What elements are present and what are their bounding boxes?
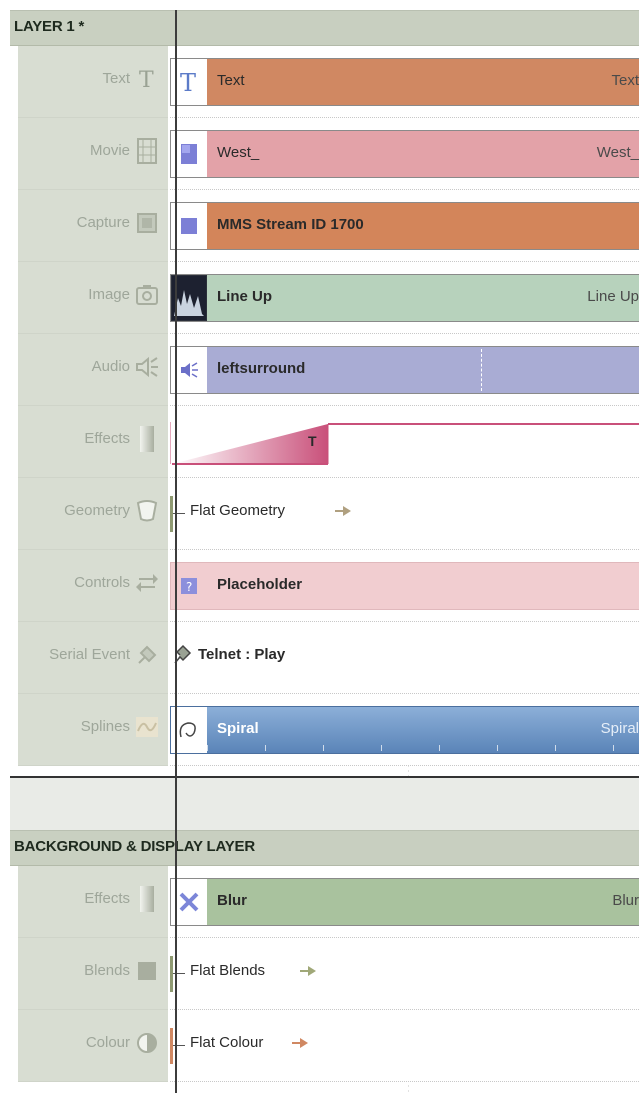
blends-clip-start [170, 956, 173, 992]
geometry-clip-start [170, 496, 173, 532]
track-label-serial-event[interactable]: Serial Event [18, 622, 168, 694]
track-colour: Colour Flat Colour [10, 1010, 639, 1082]
camera-icon [134, 281, 160, 309]
clip-name: Placeholder [217, 576, 303, 593]
track-label: Image [88, 286, 130, 303]
track-capture: Capture MMS Stream ID 1700 [10, 190, 639, 262]
clip-name: MMS Stream ID 1700 [217, 216, 364, 233]
svg-text:T: T [139, 68, 154, 91]
track-geometry: Geometry Flat Geometry [10, 478, 639, 550]
clip-name: Spiral [217, 720, 259, 737]
track-label-splines[interactable]: Splines [18, 694, 168, 766]
track-label-movie[interactable]: Movie [18, 118, 168, 190]
track-label: Serial Event [49, 646, 130, 663]
playhead[interactable] [175, 10, 177, 1093]
arrow-right-icon [335, 504, 353, 523]
effects-ramp-clip[interactable]: T [170, 418, 639, 466]
speaker-icon [134, 353, 160, 381]
track-label: Effects [84, 890, 130, 907]
plug-icon [134, 641, 160, 669]
contrast-icon [134, 1029, 160, 1057]
geometry-icon [134, 497, 160, 525]
track-label: Text [102, 70, 130, 87]
clip-name: leftsurround [217, 360, 306, 377]
track-label-colour[interactable]: Colour [18, 1010, 168, 1082]
clip-end-name: Blur [612, 892, 639, 909]
track-blends: Blends Flat Blends [10, 938, 639, 1010]
track-label-geometry[interactable]: Geometry [18, 478, 168, 550]
clip-name[interactable]: Telnet : Play [198, 646, 285, 663]
track-label-audio[interactable]: Audio [18, 334, 168, 406]
track-bg-effects: Effects Blur Blur [10, 866, 639, 938]
gradient-icon [134, 885, 160, 913]
clip-name: West_ [217, 144, 260, 161]
controls-clip[interactable]: ? Placeholder [170, 562, 639, 610]
timeline-panel: LAYER 1 * Text T T Text Text Movie West_… [10, 10, 639, 1093]
track-label: Movie [89, 142, 130, 159]
track-label-text[interactable]: Text T [18, 46, 168, 118]
clip-name: Blur [217, 892, 247, 909]
track-label: Colour [85, 1034, 130, 1051]
track-label-blends[interactable]: Blends [18, 938, 168, 1010]
blur-clip[interactable]: Blur Blur [170, 878, 639, 926]
track-audio: Audio leftsurround [10, 334, 639, 406]
track-label: Effects [84, 430, 130, 447]
audio-clip[interactable]: leftsurround [170, 346, 639, 394]
clip-name: Text [217, 72, 245, 89]
track-label: Capture [76, 214, 130, 231]
clip-name: Line Up [217, 288, 272, 305]
movie-clip[interactable]: West_ West_ [170, 130, 639, 178]
splines-clip[interactable]: Spiral Spiral [170, 706, 639, 754]
track-movie: Movie West_ West_ [10, 118, 639, 190]
arrows-icon [134, 569, 160, 597]
track-image: Image Line Up Line Up [10, 262, 639, 334]
clip-end-name: West_ [596, 144, 639, 161]
capture-clip[interactable]: MMS Stream ID 1700 [170, 202, 639, 250]
track-label: Splines [80, 718, 130, 735]
svg-text:?: ? [186, 580, 192, 594]
clip-name: T [308, 433, 317, 449]
track-label-effects[interactable]: Effects [18, 406, 168, 478]
square-icon [134, 957, 160, 985]
track-label: Blends [84, 962, 130, 979]
track-controls: Controls ? Placeholder [10, 550, 639, 622]
colour-clip-start [170, 1028, 173, 1064]
capture-icon [134, 209, 160, 237]
spline-keyframe-ticks [207, 745, 639, 751]
svg-text:T: T [180, 69, 196, 95]
clip-name[interactable]: Flat Colour [190, 1034, 263, 1051]
layer-separator [10, 776, 639, 830]
layer1-title: LAYER 1 * [14, 18, 85, 35]
clip-name[interactable]: Flat Blends [190, 962, 265, 979]
clip-name[interactable]: Flat Geometry [190, 502, 285, 519]
film-icon [134, 137, 160, 165]
track-text: Text T T Text Text [10, 46, 639, 118]
spline-icon [134, 713, 160, 741]
clip-end-name: Text [611, 72, 639, 89]
track-label-bg-effects[interactable]: Effects [18, 866, 168, 938]
track-label: Audio [91, 358, 130, 375]
audio-clip-marker [481, 349, 482, 391]
track-label-capture[interactable]: Capture [18, 190, 168, 262]
background-layer-header[interactable]: BACKGROUND & DISPLAY LAYER [10, 830, 639, 866]
track-label: Controls [74, 574, 130, 591]
background-layer-title: BACKGROUND & DISPLAY LAYER [14, 838, 255, 855]
track-serial-event: Serial Event Telnet : Play [10, 622, 639, 694]
track-label-controls[interactable]: Controls [18, 550, 168, 622]
arrow-right-icon [292, 1036, 310, 1055]
arrow-right-icon [300, 964, 318, 983]
text-icon: T [134, 65, 160, 93]
track-label: Geometry [64, 502, 130, 519]
image-clip[interactable]: Line Up Line Up [170, 274, 639, 322]
text-clip[interactable]: T Text Text [170, 58, 639, 106]
track-splines: Splines Spiral Spiral [10, 694, 639, 766]
layer1-header[interactable]: LAYER 1 * [10, 10, 639, 46]
clip-end-name: Spiral [600, 720, 639, 737]
track-label-image[interactable]: Image [18, 262, 168, 334]
clip-end-name: Line Up [587, 288, 639, 305]
gradient-icon [134, 425, 160, 453]
track-effects: Effects T [10, 406, 639, 478]
